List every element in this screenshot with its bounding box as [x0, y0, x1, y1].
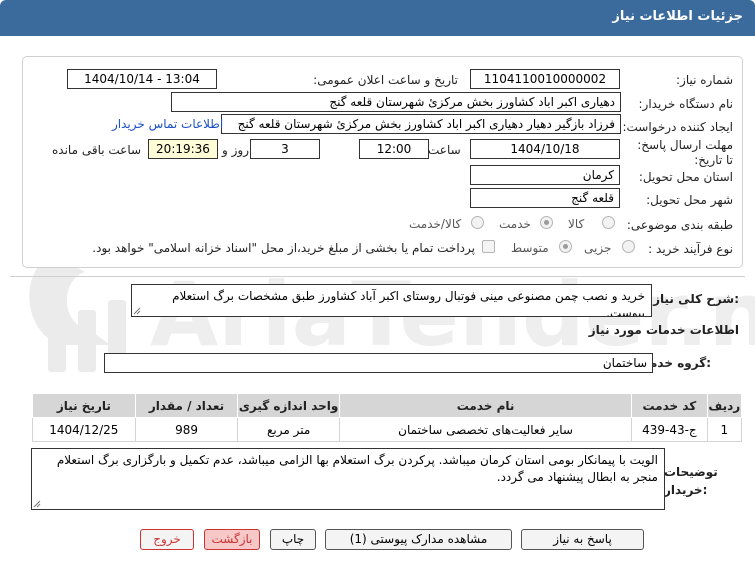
process-radio-medium[interactable] — [559, 240, 572, 253]
cell-unit: متر مربع — [237, 417, 340, 442]
resize-grip-icon[interactable] — [133, 307, 141, 315]
buyer-notes-text: الویت با پیمانکار بومی استان کرمان میباش… — [56, 453, 658, 484]
back-button[interactable]: بازگشت — [204, 529, 260, 550]
section-divider — [10, 276, 745, 277]
buyer-notes-label: توضیحات خریدار: — [664, 465, 718, 497]
need-number-field: 1104110010000002 — [470, 69, 620, 89]
exit-button[interactable]: خروج — [140, 529, 194, 550]
category-radio-service[interactable] — [540, 216, 553, 229]
services-table: ردیف کد خدمت نام خدمت واحد اندازه گیری ت… — [32, 393, 743, 442]
category-option-goods-service: کالا/خدمت — [409, 217, 462, 231]
treasury-note: پرداخت تمام یا بخشی از مبلغ خرید،از محل … — [92, 241, 475, 255]
requester-label: ایجاد کننده درخواست: — [622, 120, 733, 134]
announce-field: 1404/10/14 - 13:04 — [67, 69, 217, 89]
cell-service-code: ج-43-439 — [631, 417, 708, 442]
reply-button[interactable]: پاسخ به نیاز — [521, 529, 644, 550]
col-service-code: کد خدمت — [631, 393, 708, 418]
process-option-medium: متوسط — [511, 241, 549, 255]
col-need-date: تاریخ نیاز — [32, 393, 136, 418]
cell-service-name: سایر فعالیت‌های تخصصی ساختمان — [338, 417, 633, 442]
days-remaining-field: 3 — [250, 139, 320, 159]
city-label: شهر محل تحویل: — [646, 193, 733, 207]
description-textarea: خرید و نصب چمن مصنوعی مینی فوتبال روستای… — [131, 284, 652, 317]
deadline-time-field: 12:00 — [359, 139, 429, 159]
category-radio-goods[interactable] — [602, 216, 615, 229]
col-service-name: نام خدمت — [338, 393, 633, 418]
cell-row-number: 1 — [706, 417, 743, 442]
deadline-label: مهلت ارسال پاسخ: تا تاریخ: — [637, 138, 733, 167]
days-label: روز و — [222, 143, 249, 157]
cell-quantity: 989 — [134, 417, 239, 442]
print-button[interactable]: چاپ — [270, 529, 316, 550]
category-option-goods: کالا — [568, 217, 585, 231]
view-attachments-button[interactable]: مشاهده مدارک پیوستی (1) — [325, 529, 512, 550]
need-number-label: شماره نیاز: — [676, 73, 733, 87]
deadline-date-field: 1404/10/18 — [470, 139, 620, 159]
category-radio-goods-service[interactable] — [471, 216, 484, 229]
province-field: کرمان — [470, 165, 620, 185]
service-group-field: ساختمان — [104, 353, 653, 373]
city-field: قلعه گنج — [470, 188, 620, 208]
requester-field: فرزاد بازگیر دهیار دهیاری اکبر اباد کشاو… — [221, 114, 621, 134]
process-type-label: نوع فرآیند خرید : — [648, 242, 733, 256]
cell-need-date: 1404/12/25 — [32, 417, 136, 442]
table-row: 1 ج-43-439 سایر فعالیت‌های تخصصی ساختمان… — [32, 417, 743, 442]
table-header-row: ردیف کد خدمت نام خدمت واحد اندازه گیری ت… — [32, 393, 743, 418]
col-row-number: ردیف — [706, 393, 743, 418]
category-option-service: خدمت — [499, 217, 531, 231]
process-option-minor: جزیی — [584, 241, 612, 255]
resize-grip-icon[interactable] — [33, 500, 41, 508]
buyer-org-field: دهیاری اکبر اباد کشاورز بخش مرکزئ شهرستا… — [171, 92, 621, 112]
deadline-time-label: ساعت — [428, 143, 461, 157]
province-label: استان محل تحویل: — [638, 170, 733, 184]
remaining-time-label: ساعت باقی مانده — [52, 143, 142, 157]
buyer-contact-link[interactable]: اطلاعات تماس خریدار — [112, 117, 223, 131]
buyer-org-label: نام دستگاه خریدار: — [638, 97, 734, 111]
description-text: خرید و نصب چمن مصنوعی مینی فوتبال روستای… — [172, 289, 645, 317]
col-quantity: تعداد / مقدار — [134, 393, 239, 418]
category-label: طبقه بندی موضوعی: — [626, 218, 733, 232]
buyer-notes-textarea: الویت با پیمانکار بومی استان کرمان میباش… — [31, 448, 665, 510]
col-unit: واحد اندازه گیری — [237, 393, 340, 418]
treasury-checkbox[interactable] — [482, 240, 495, 253]
process-radio-minor[interactable] — [622, 240, 635, 253]
announce-label: تاریخ و ساعت اعلان عمومی: — [313, 73, 458, 87]
description-label: شرح کلی نیاز: — [653, 292, 739, 306]
remaining-time-field: 20:19:36 — [148, 139, 218, 159]
services-section-title: اطلاعات خدمات مورد نیاز — [588, 323, 739, 337]
